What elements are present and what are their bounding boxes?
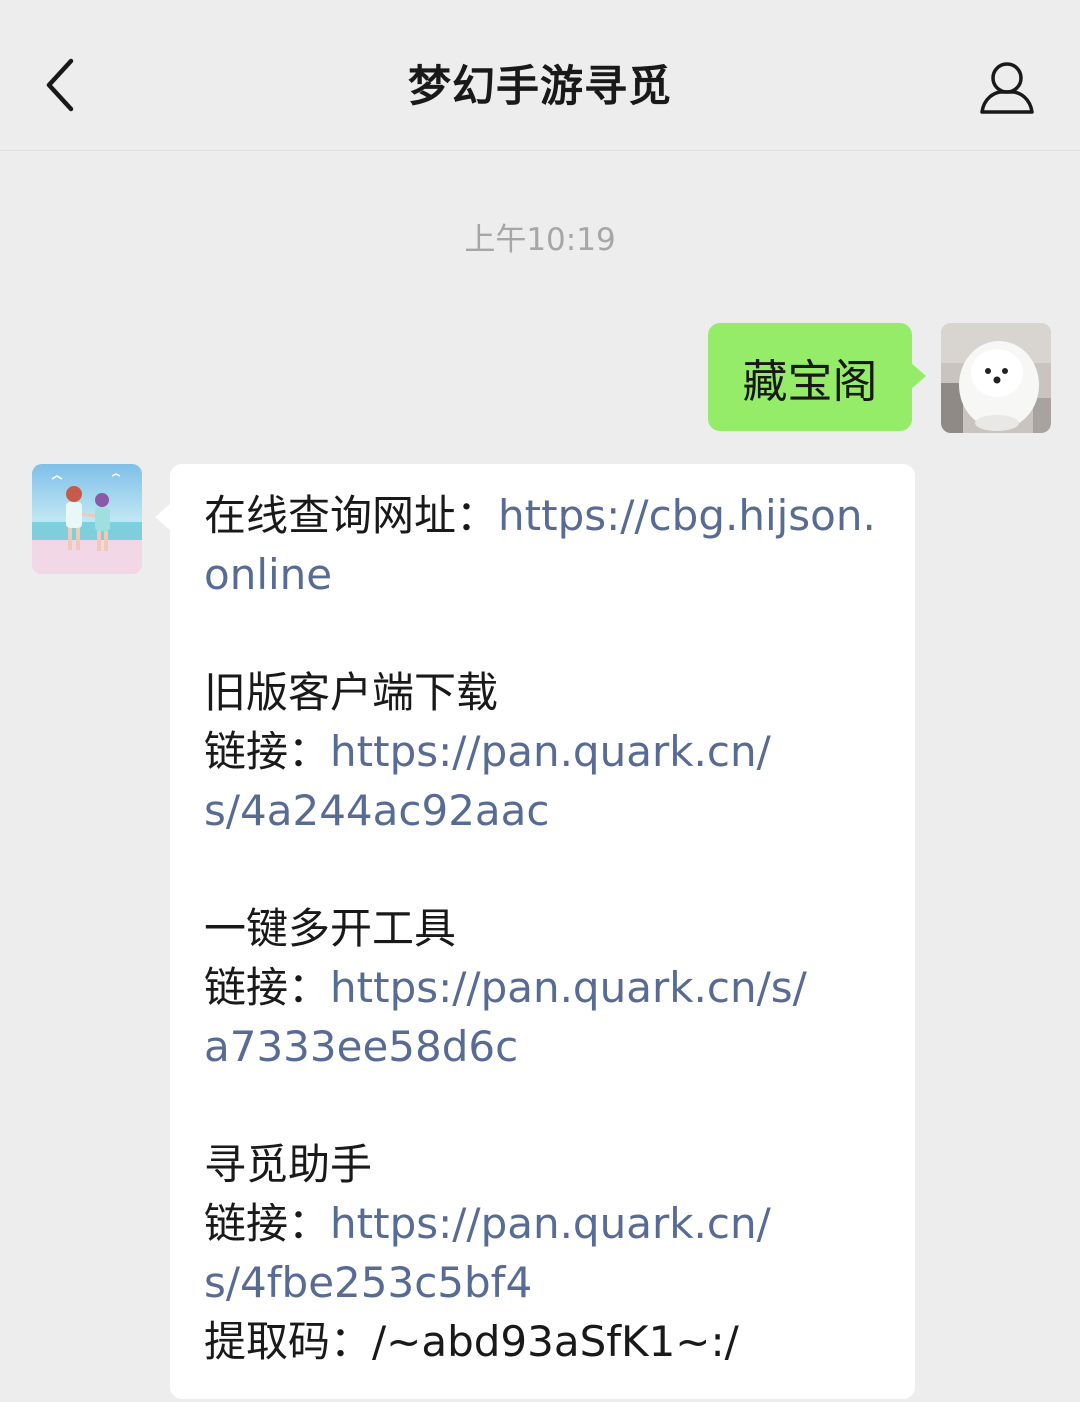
message-line: 链接：https://pan.quark.cn/ — [204, 722, 885, 781]
chat-info-button[interactable] — [972, 52, 1042, 122]
cbg-link-continued[interactable]: online — [204, 545, 885, 604]
old-client-link[interactable]: https://pan.quark.cn/ — [330, 727, 771, 776]
message-line: 链接：https://pan.quark.cn/ — [204, 1194, 885, 1253]
multi-open-link-continued[interactable]: a7333ee58d6c — [204, 1017, 885, 1076]
chat-header: 梦幻手游寻觅 — [0, 0, 1080, 151]
link-label: 链接： — [204, 1199, 331, 1248]
message-line: 提取码：/~abd93aSfK1~:/ — [204, 1312, 885, 1371]
sent-message-text: 藏宝阁 — [742, 354, 878, 408]
query-url-label: 在线查询网址： — [204, 491, 499, 540]
extract-code-value: /~abd93aSfK1~:/ — [372, 1317, 739, 1366]
received-bubble-tail — [155, 503, 171, 531]
message-line: 在线查询网址：https://cbg.hijson. — [204, 486, 885, 545]
section-title-multi-open: 一键多开工具 — [204, 904, 457, 953]
helper-link-continued[interactable]: s/4fbe253c5bf4 — [204, 1253, 885, 1312]
link-label: 链接： — [204, 963, 331, 1012]
message-timestamp: 上午10:19 — [464, 222, 616, 258]
helper-link[interactable]: https://pan.quark.cn/ — [330, 1199, 771, 1248]
cbg-link[interactable]: https://cbg.hijson. — [498, 491, 876, 540]
message-line: 链接：https://pan.quark.cn/s/ — [204, 958, 885, 1017]
my-avatar[interactable] — [941, 323, 1051, 433]
sent-bubble-tail — [910, 362, 926, 390]
extract-code-label: 提取码： — [204, 1317, 373, 1366]
contact-avatar[interactable] — [32, 464, 142, 574]
person-icon — [980, 62, 1034, 114]
dog-avatar-image — [941, 323, 1051, 433]
beach-avatar-image — [32, 464, 142, 574]
chat-title: 梦幻手游寻觅 — [408, 62, 672, 112]
link-label: 链接： — [204, 727, 331, 776]
sent-message-bubble[interactable]: 藏宝阁 — [708, 323, 912, 431]
multi-open-link[interactable]: https://pan.quark.cn/s/ — [330, 963, 807, 1012]
old-client-link-continued[interactable]: s/4a244ac92aac — [204, 781, 885, 840]
section-title-helper: 寻觅助手 — [204, 1140, 373, 1189]
section-title-old-client: 旧版客户端下载 — [204, 668, 499, 717]
received-message-bubble: 在线查询网址：https://cbg.hijson. online 旧版客户端下… — [170, 464, 915, 1399]
